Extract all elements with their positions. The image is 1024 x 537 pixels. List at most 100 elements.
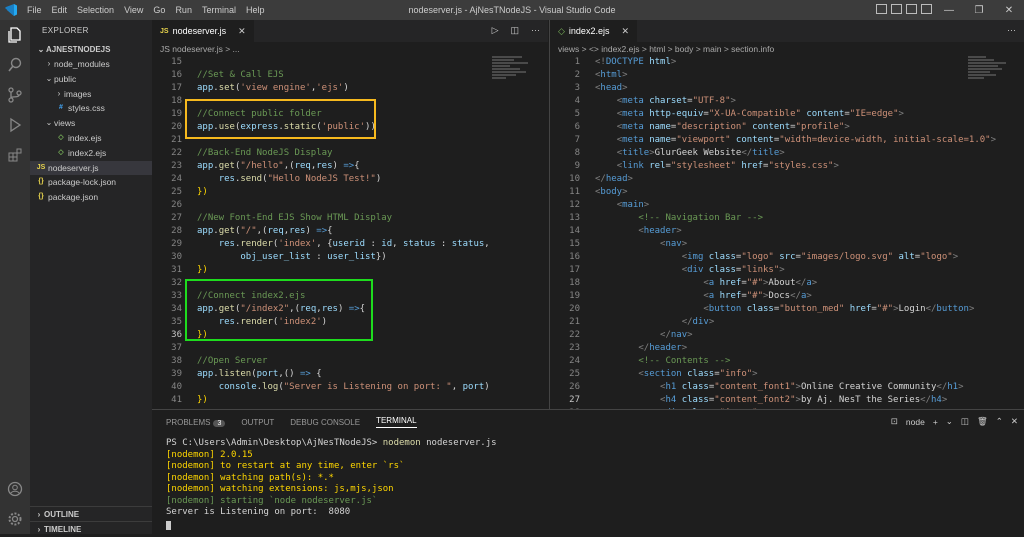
- code-token: app: [197, 369, 214, 379]
- close-tab-icon[interactable]: ✕: [238, 26, 246, 37]
- file-tree-item[interactable]: JS nodeserver.js: [30, 160, 152, 176]
- split-terminal-icon[interactable]: ◫: [961, 416, 969, 427]
- file-tree-item[interactable]: › images: [30, 87, 152, 102]
- code-token: "UTF-8": [692, 96, 731, 106]
- chevron-down-icon[interactable]: ⌄: [946, 416, 953, 427]
- close-window-button[interactable]: ✕: [994, 0, 1024, 20]
- vscode-logo-icon: [0, 3, 22, 17]
- panel-tab-terminal[interactable]: TERMINAL: [376, 416, 417, 428]
- line-number: 16: [171, 70, 182, 80]
- panel-tab-debug-console[interactable]: DEBUG CONSOLE: [290, 418, 360, 427]
- code-token: content: [800, 109, 845, 119]
- tab-nodeserver-js[interactable]: JS nodeserver.js ✕: [152, 20, 254, 42]
- search-icon[interactable]: [0, 50, 30, 80]
- file-tree-item[interactable]: › node_modules: [30, 57, 152, 72]
- kill-terminal-icon[interactable]: 🗑: [977, 416, 988, 427]
- code-line: 15 <nav>: [550, 238, 687, 251]
- line-number: 5: [574, 109, 580, 119]
- code-line: 18 <a href="#">About</a>: [550, 277, 817, 290]
- close-panel-icon[interactable]: ✕: [1011, 416, 1018, 427]
- tab-index2-ejs[interactable]: ◇ index2.ejs ✕: [550, 20, 637, 42]
- code-token: class: [681, 369, 715, 379]
- menu-item-go[interactable]: Go: [148, 5, 170, 15]
- toggle-secondary-sidebar-icon[interactable]: [906, 4, 917, 14]
- code-token: :: [435, 239, 452, 249]
- code-token: render: [240, 239, 273, 249]
- explorer-icon[interactable]: [0, 20, 30, 50]
- code-token: }): [197, 395, 208, 405]
- file-tree-item[interactable]: {} package-lock.json: [30, 175, 152, 190]
- toggle-panel-icon[interactable]: [891, 4, 902, 14]
- code-token: ): [305, 226, 317, 236]
- minimap-left[interactable]: [492, 56, 534, 136]
- line-number: 9: [574, 161, 580, 171]
- terminal-output[interactable]: PS C:\Users\Admin\Desktop\AjNesTNodeJS> …: [166, 438, 497, 530]
- code-token: >: [968, 304, 975, 314]
- extensions-icon[interactable]: [0, 140, 30, 170]
- run-debug-icon[interactable]: [0, 110, 30, 140]
- code-token: meta: [622, 96, 644, 106]
- panel-tab-problems[interactable]: PROBLEMS 3: [166, 418, 226, 427]
- project-folder-header[interactable]: ⌄ AJNESTNODEJS: [30, 42, 152, 57]
- outline-section[interactable]: › OUTLINE: [30, 506, 152, 521]
- file-tree-item[interactable]: {} package.json: [30, 190, 152, 205]
- highlight-box-green: [185, 279, 373, 341]
- new-terminal-icon[interactable]: +: [933, 417, 938, 427]
- code-token: "stylesheet": [670, 161, 736, 171]
- toggle-sidebar-icon[interactable]: [876, 4, 887, 14]
- menu-item-help[interactable]: Help: [241, 5, 270, 15]
- code-token: >: [941, 395, 948, 405]
- menu-item-run[interactable]: Run: [170, 5, 197, 15]
- code-line: 8 <title>GlurGeek Website</title>: [550, 147, 785, 160]
- menu-item-selection[interactable]: Selection: [72, 5, 119, 15]
- file-tree: › node_modules ⌄ public › images # styles.css ⌄ v…: [30, 57, 152, 205]
- more-actions-icon[interactable]: ···: [531, 25, 540, 36]
- css-file-icon: #: [59, 104, 63, 112]
- code-token: >: [779, 148, 785, 158]
- code-token: "X-UA-Compatible": [708, 109, 801, 119]
- code-token: "Hello NodeJS Test!": [267, 174, 376, 184]
- settings-gear-icon[interactable]: [0, 504, 30, 534]
- customize-layout-icon[interactable]: [921, 4, 932, 14]
- code-line: 37: [152, 342, 197, 355]
- more-actions-icon[interactable]: ···: [1007, 25, 1016, 35]
- panel-tab-output[interactable]: OUTPUT: [241, 418, 274, 427]
- menu-item-edit[interactable]: Edit: [47, 5, 73, 15]
- line-number: 21: [569, 317, 580, 327]
- terminal-name[interactable]: node: [906, 417, 925, 427]
- menu-item-file[interactable]: File: [22, 5, 47, 15]
- chevron-down-icon: ⌄: [37, 45, 45, 54]
- split-editor-icon[interactable]: ◫: [510, 25, 519, 36]
- code-area-right[interactable]: 1 <!DOCTYPE html> 2 <html> 3 <head> 4 <meta ch…: [550, 56, 1024, 409]
- breadcrumb-right[interactable]: views > <> index2.ejs > html > body > ma…: [550, 42, 1024, 56]
- line-number: 41: [171, 395, 182, 405]
- code-token: >: [627, 174, 633, 184]
- breadcrumb-left[interactable]: JS nodeserver.js > ...: [152, 42, 548, 56]
- source-control-icon[interactable]: [0, 80, 30, 110]
- code-line: 20 <button class="button_med" href="#">L…: [550, 303, 974, 316]
- restore-button[interactable]: ❐: [964, 0, 994, 20]
- file-tree-item[interactable]: ◇ index2.ejs: [30, 146, 152, 161]
- code-token: h4: [665, 395, 677, 405]
- file-tree-item[interactable]: ⌄ views: [30, 116, 152, 131]
- close-tab-icon[interactable]: ✕: [621, 26, 629, 37]
- run-file-icon[interactable]: ▷: [492, 25, 499, 36]
- code-line: 26: [152, 199, 197, 212]
- maximize-panel-icon[interactable]: ⌃: [996, 416, 1003, 427]
- ejs-file-icon: ◇: [58, 133, 64, 141]
- code-token: send: [240, 174, 263, 184]
- code-token: main: [622, 200, 644, 210]
- line-number: 2: [574, 70, 580, 80]
- minimap-right[interactable]: [968, 56, 1010, 136]
- terminal-cursor: [166, 520, 171, 530]
- minimize-button[interactable]: —: [934, 0, 964, 20]
- file-tree-item[interactable]: # styles.css: [30, 101, 152, 116]
- file-tree-item[interactable]: ◇ index.ejs: [30, 131, 152, 146]
- file-tree-item[interactable]: ⌄ public: [30, 72, 152, 87]
- menu-item-view[interactable]: View: [119, 5, 148, 15]
- account-icon[interactable]: [0, 474, 30, 504]
- menu-item-terminal[interactable]: Terminal: [197, 5, 241, 15]
